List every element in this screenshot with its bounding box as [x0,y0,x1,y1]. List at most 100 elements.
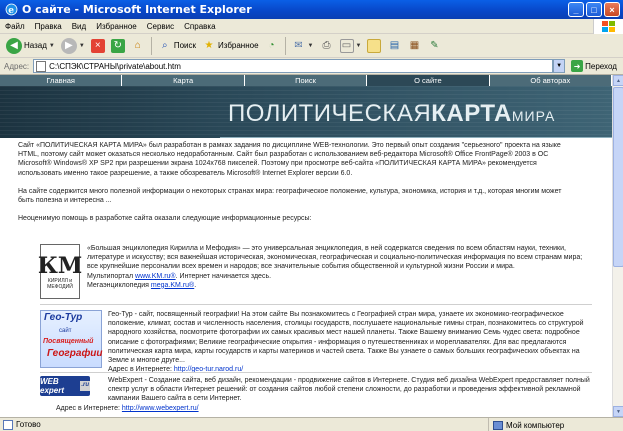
km-portal-prefix: Мультипортал [87,272,136,280]
about-paragraph-1: Сайт «ПОЛИТИЧЕСКАЯ КАРТА МИРА» был разра… [18,142,561,177]
discuss-button[interactable] [364,36,384,56]
geotur-logo-line1: Гео-Тур [44,312,83,323]
nav-about[interactable]: О сайте [367,75,490,86]
scroll-thumb[interactable] [613,87,623,267]
status-text: Готово [16,420,41,429]
vertical-scrollbar[interactable]: ▲ ▼ [612,75,623,417]
geotur-logo-line2: сайт [59,328,72,334]
scroll-up-button[interactable]: ▲ [613,75,623,86]
nav-home[interactable]: Главная [0,75,123,86]
km-logo-glyph: КМ [37,252,83,279]
banner-title-part2: КАРТА [431,100,512,127]
webexpert-logo-text: WEB expert [40,376,65,395]
print-icon: ⎙ [322,40,331,51]
stop-icon: × [90,38,105,53]
back-arrow-icon: ◀ [6,37,22,54]
chevron-down-icon[interactable]: ▼ [79,43,85,49]
menu-help[interactable]: Справка [179,22,220,31]
geotur-description: Гео-Тур - сайт, посвященный географии! Н… [108,310,592,374]
toolbar: ◀ Назад ▼ ▶ ▼ × ↻ ⌂ ⌕ Поиск ★ Избранное … [0,34,623,58]
research-button[interactable]: ▤ [384,36,404,56]
back-label: Назад [24,41,47,50]
geotur-logo-line4: Географии [47,348,103,359]
km-description: «Большая энциклопедия Кирилла и Мефодия»… [87,244,592,290]
menu-favorites[interactable]: Избранное [91,22,142,31]
chevron-down-icon[interactable]: ▼ [356,43,362,49]
edit-button[interactable]: ▭ ▼ [337,36,365,56]
tool-icon: ✎ [430,40,439,51]
menu-file[interactable]: Файл [0,22,30,31]
km-encyclopedia-suffix: . [194,281,197,289]
km-encyclopedia-link[interactable]: mega.KM.ru® [151,282,194,289]
geotur-logo[interactable]: Гео-Тур сайт Посвященный Географии [40,310,103,368]
refresh-icon: ↻ [110,38,125,53]
webexpert-link[interactable]: http://www.webexpert.ru/ [122,405,199,412]
geotur-address-line: Адрес в Интернете: http://geo-tur.narod.… [108,365,592,374]
messenger-button[interactable]: ▦ [404,36,424,56]
note-icon [367,38,382,53]
scroll-down-button[interactable]: ▼ [613,406,623,417]
address-input[interactable]: C:\СПЭК\СТРАНЫ\private\about.htm [33,59,554,73]
computer-icon [493,420,503,430]
webexpert-description: WebExpert - Создание сайта, веб дизайн, … [108,376,592,404]
webexpert-logo[interactable]: WEB expert .ru [40,376,90,396]
resource-geotur: Гео-Тур сайт Посвященный Географии Гео-Т… [40,310,600,385]
about-content: Сайт «ПОЛИТИЧЕСКАЯ КАРТА МИРА» был разра… [18,141,578,232]
print-button[interactable]: ⎙ [317,36,337,56]
nav-map[interactable]: Карта [122,75,245,86]
mail-button[interactable]: ✉ ▼ [289,36,317,56]
back-button[interactable]: ◀ Назад ▼ [3,36,58,56]
forward-button[interactable]: ▶ ▼ [58,36,88,56]
menu-view[interactable]: Вид [67,22,91,31]
km-portal-link[interactable]: www.KM.ru® [135,273,176,280]
home-icon: ⌂ [134,40,141,51]
webexpert-logo-ru: .ru [80,381,90,391]
close-button[interactable]: × [604,2,620,17]
stop-button[interactable]: × [88,36,108,56]
svg-text:e: e [8,6,14,16]
ie-icon: e [4,3,18,17]
webexpert-address-prefix: Адрес в Интернете: [56,405,122,412]
banner-title: ПОЛИТИЧЕСКАЯКАРТАМИРА [228,100,555,128]
km-portal-suffix: . Интернет начинается здесь. [175,272,272,280]
extra-button[interactable]: ✎ [424,36,444,56]
toolbar-separator [284,36,286,55]
search-button[interactable]: ⌕ Поиск [155,36,199,56]
geotur-text: Гео-Тур - сайт, посвященный географии! Н… [108,311,584,365]
banner-title-part1: ПОЛИТИЧЕСКАЯ [228,100,432,127]
page-icon [3,419,13,430]
document-icon [36,60,47,72]
title-bar: e О сайте - Microsoft Internet Explorer … [0,0,623,19]
chevron-down-icon[interactable]: ▼ [308,43,314,49]
favorites-button[interactable]: ★ Избранное [199,36,262,56]
menu-tools[interactable]: Сервис [142,22,179,31]
km-logo[interactable]: КМ КИРИЛЛ и МЕФОДИЙ [37,244,83,299]
maximize-button[interactable]: □ [586,2,602,17]
page-viewport: Главная Карта Поиск О сайте Об авторах П… [0,75,612,417]
history-button[interactable]: ◔ [262,36,282,56]
go-label: Переход [585,61,617,71]
nav-authors[interactable]: Об авторах [490,75,612,86]
banner-divider [220,137,612,138]
home-button[interactable]: ⌂ [128,36,148,56]
minimize-button[interactable]: _ [568,2,584,17]
history-icon: ◔ [268,40,275,51]
book-icon: ▤ [389,40,400,51]
resource-divider [40,372,592,373]
mail-icon: ✉ [294,40,303,51]
resource-km: КМ КИРИЛЛ и МЕФОДИЙ «Большая энциклопеди… [37,244,600,301]
star-icon: ★ [204,40,214,51]
webexpert-address-line: Адрес в Интернете: http://www.webexpert.… [56,404,199,413]
grid-icon: ▦ [409,40,420,51]
km-encyclopedia-prefix: Мегаэнциклопедия [87,281,151,289]
nav-search[interactable]: Поиск [245,75,368,86]
chevron-down-icon[interactable]: ▼ [49,43,55,49]
refresh-button[interactable]: ↻ [108,36,128,56]
go-button[interactable]: ➜ Переход [571,60,617,72]
security-zone: Мой компьютер [488,418,564,431]
address-label: Адрес: [4,61,30,71]
menu-edit[interactable]: Правка [30,22,67,31]
status-bar: Готово Мой компьютер [0,417,623,431]
address-dropdown-button[interactable]: ▼ [553,59,566,73]
km-logo-caption: КИРИЛЛ и МЕФОДИЙ [47,277,73,290]
